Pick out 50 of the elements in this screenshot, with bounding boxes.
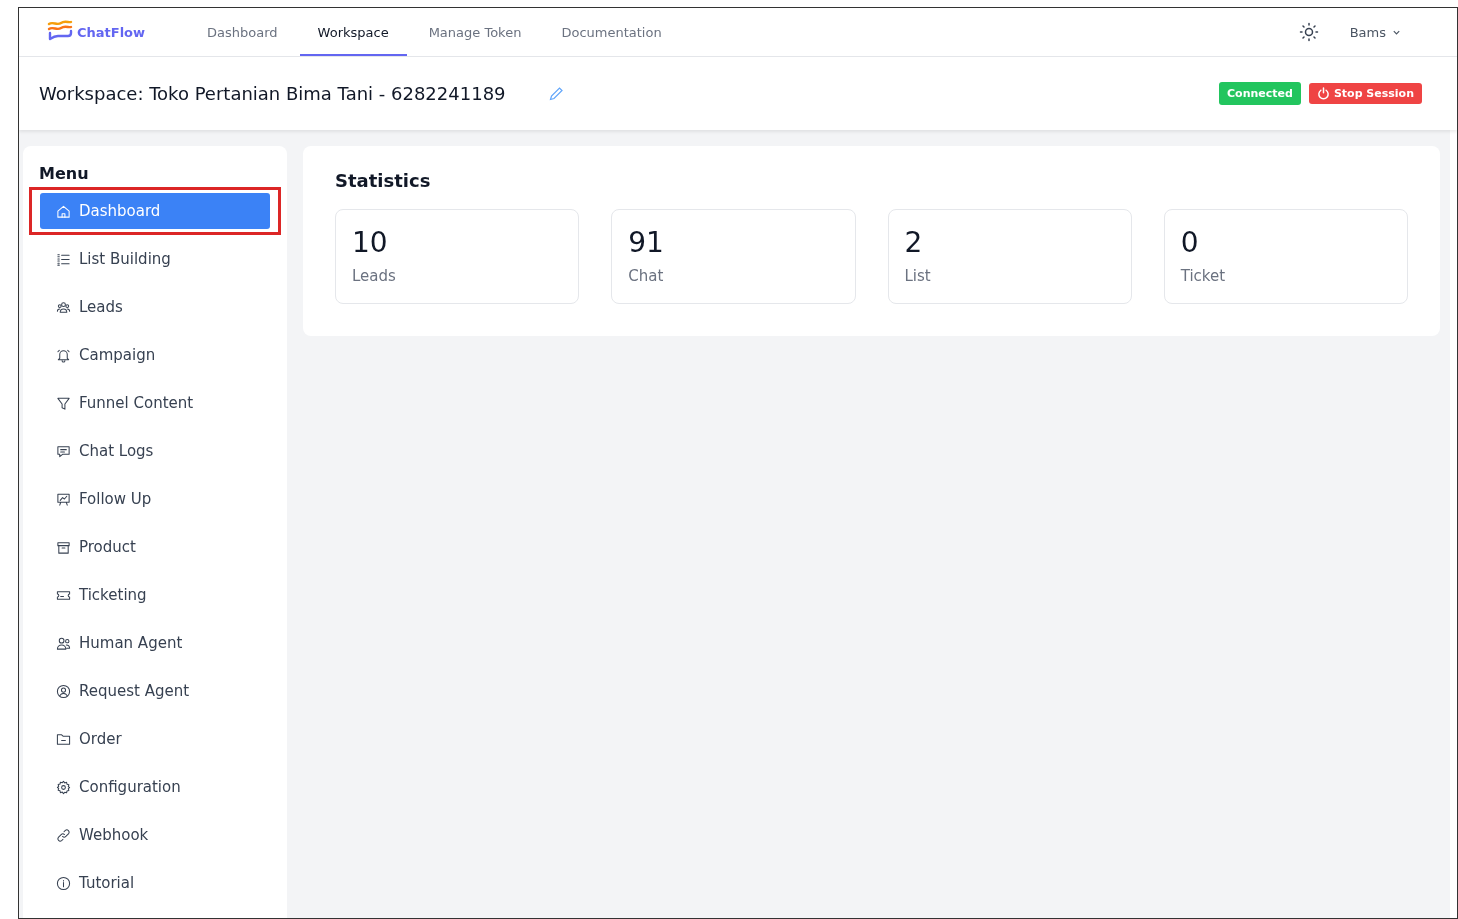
sidebar-item[interactable]: Product bbox=[40, 529, 270, 565]
user-circle-icon bbox=[56, 683, 71, 699]
sidebar-item[interactable]: Human Agent bbox=[40, 625, 270, 661]
nav-tab[interactable]: Documentation bbox=[543, 8, 680, 56]
list-icon bbox=[56, 251, 71, 267]
stat-label: Ticket bbox=[1180, 267, 1227, 285]
gear-icon bbox=[56, 779, 71, 795]
funnel-icon bbox=[56, 395, 71, 411]
nav-tab[interactable]: Dashboard bbox=[189, 8, 296, 56]
sidebar-item[interactable]: Tutorial bbox=[40, 865, 270, 901]
sidebar-item[interactable]: Dashboard bbox=[40, 193, 270, 229]
nav-tab[interactable]: Workspace bbox=[299, 8, 407, 56]
info-icon bbox=[56, 875, 71, 891]
stop-session-button[interactable]: Stop Session bbox=[1308, 83, 1422, 104]
brand-name[interactable]: ChatFlow bbox=[77, 24, 146, 40]
sidebar-item[interactable]: Configuration bbox=[40, 769, 270, 805]
workspace-title: Workspace: Toko Pertanian Bima Tani - 6282241189 bbox=[39, 83, 506, 104]
sidebar-item[interactable]: Webhook bbox=[40, 817, 270, 853]
menu-heading: Menu bbox=[39, 164, 90, 183]
people-icon bbox=[56, 299, 71, 315]
connection-status: Connected bbox=[1219, 82, 1301, 105]
user-menu-button[interactable]: Bams bbox=[1343, 23, 1407, 41]
chat-icon bbox=[56, 443, 71, 459]
folder-icon bbox=[56, 731, 71, 747]
nav-tab[interactable]: Manage Token bbox=[410, 8, 540, 56]
stat-label: Chat bbox=[628, 267, 665, 285]
link-icon bbox=[56, 827, 71, 843]
bell-icon bbox=[56, 347, 71, 363]
sun-icon bbox=[1298, 22, 1319, 42]
sidebar-item[interactable]: Chat Logs bbox=[40, 433, 270, 469]
sidebar-item[interactable]: Request Agent bbox=[40, 673, 270, 709]
stat-value: 91 bbox=[628, 226, 665, 259]
home-icon bbox=[56, 203, 71, 219]
stat-value: 0 bbox=[1180, 226, 1200, 259]
chart-board-icon bbox=[56, 491, 71, 507]
stat-label: Leads bbox=[352, 267, 397, 285]
sidebar-item[interactable]: Follow Up bbox=[40, 481, 270, 517]
sidebar-item[interactable]: Funnel Content bbox=[40, 385, 270, 421]
stat-value: 2 bbox=[904, 226, 924, 259]
stat-label: List bbox=[904, 267, 932, 285]
sidebar-item[interactable]: Ticketing bbox=[40, 577, 270, 613]
stat-value: 10 bbox=[352, 226, 389, 259]
power-icon bbox=[1316, 87, 1330, 100]
sidebar-item[interactable]: Campaign bbox=[40, 337, 270, 373]
sidebar-item[interactable]: Order bbox=[40, 721, 270, 757]
archive-icon bbox=[56, 539, 71, 555]
users-icon bbox=[56, 635, 71, 651]
statistics-heading: Statistics bbox=[335, 170, 432, 191]
sidebar-item[interactable]: Leads bbox=[40, 289, 270, 325]
sidebar-item[interactable]: List Building bbox=[40, 241, 270, 277]
